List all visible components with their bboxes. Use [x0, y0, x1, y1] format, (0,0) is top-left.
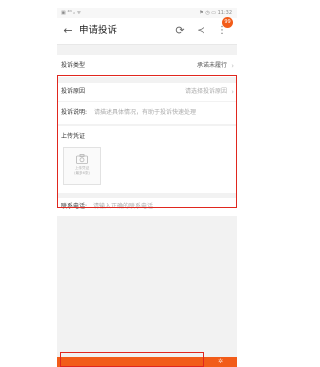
complaint-description-label: 投诉说明: — [61, 109, 88, 116]
contact-phone-input[interactable]: 请输入正确的联系电话 — [93, 201, 153, 213]
bottom-bar-icon[interactable]: ✲ — [218, 358, 223, 366]
status-left-icons: ▣ ⁴ᴳ ᵢₗ ᯤ — [61, 10, 82, 16]
title-bar: ← 申请投诉 ⟳ ≺ ⋮ 99 — [57, 17, 237, 45]
upload-section: 上传凭证 上传凭证 (最多6张) — [57, 126, 237, 193]
page-title: 申请投诉 — [79, 25, 118, 36]
bottom-action-bar: ✲ — [57, 357, 237, 367]
refresh-icon[interactable]: ⟳ — [173, 24, 187, 38]
camera-icon — [76, 154, 88, 164]
complaint-reason-placeholder: 请选择投诉原因 — [184, 88, 227, 95]
complaint-reason-row[interactable]: 投诉原因 请选择投诉原因 › — [57, 83, 237, 101]
back-arrow-icon[interactable]: ← — [61, 23, 75, 39]
notification-badge: 99 — [222, 17, 233, 28]
phone-screen: ▣ ⁴ᴳ ᵢₗ ᯤ ⚑ ◷ ▭ 11:32 ← 申请投诉 ⟳ ≺ ⋮ 99 投诉… — [57, 8, 237, 367]
status-bar: ▣ ⁴ᴳ ᵢₗ ᯤ ⚑ ◷ ▭ 11:32 — [57, 8, 237, 18]
complaint-description-field[interactable]: 投诉说明: 请描述具体情况，有助于投诉快速处理 — [57, 102, 237, 124]
submit-button[interactable] — [61, 357, 201, 367]
complaint-type-row[interactable]: 投诉类型 承诺未履行 › — [57, 55, 237, 77]
upload-photo-button[interactable]: 上传凭证 (最多6张) — [63, 147, 101, 185]
complaint-type-label: 投诉类型 — [61, 62, 86, 69]
upload-box-limit: (最多6张) — [74, 171, 90, 175]
complaint-reason-label: 投诉原因 — [61, 88, 86, 95]
upload-label: 上传凭证 — [61, 133, 86, 140]
contact-phone-field[interactable]: 联系电话: 请输入正确的联系电话 — [57, 198, 237, 216]
complaint-type-value: 承诺未履行 — [196, 62, 227, 69]
complaint-description-input[interactable]: 请描述具体情况，有助于投诉快速处理 — [94, 107, 196, 119]
chevron-right-icon: › — [231, 62, 234, 70]
chevron-right-icon: › — [231, 88, 234, 96]
contact-phone-label: 联系电话: — [61, 203, 88, 210]
share-icon[interactable]: ≺ — [194, 24, 208, 38]
